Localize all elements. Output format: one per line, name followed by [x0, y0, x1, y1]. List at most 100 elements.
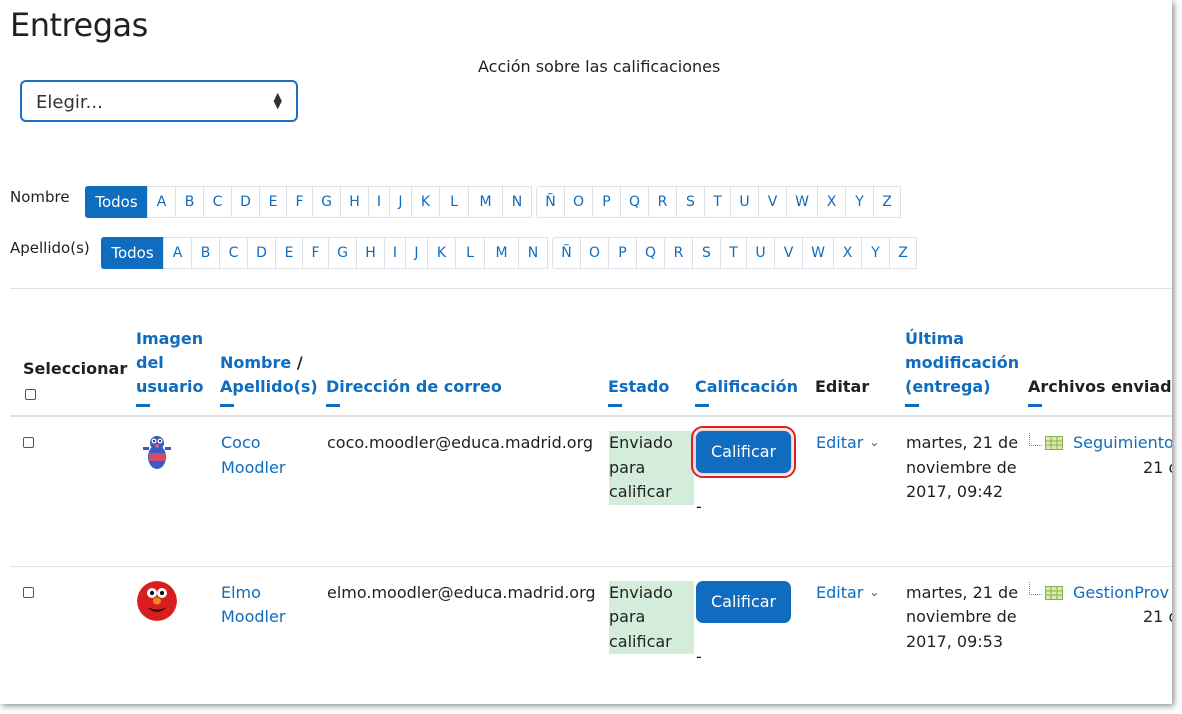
last-name-letter-button[interactable]: D: [247, 237, 275, 269]
collapse-status-icon[interactable]: [608, 404, 622, 407]
last-name-letter-button[interactable]: R: [664, 237, 692, 269]
last-name-letter-button[interactable]: F: [302, 237, 328, 269]
table-header-row: Seleccionar Imagen del usuario Nombre / …: [10, 288, 1172, 417]
first-name-letter-button[interactable]: B: [175, 186, 203, 218]
first-name-letter-button[interactable]: K: [411, 186, 439, 218]
last-name-letter-button[interactable]: J: [405, 237, 427, 269]
last-name-letter-button[interactable]: W: [802, 237, 833, 269]
last-name-letter-button[interactable]: B: [191, 237, 219, 269]
select-all-checkbox[interactable]: [25, 383, 136, 407]
first-name-letter-button[interactable]: Ñ: [536, 186, 564, 218]
last-name-letter-button[interactable]: X: [833, 237, 861, 269]
edit-menu[interactable]: Editar ⌄: [816, 583, 879, 602]
last-name-letter-button[interactable]: V: [774, 237, 802, 269]
first-name-letter-button[interactable]: F: [286, 186, 312, 218]
row-select-cell: [10, 566, 136, 704]
last-name-letter-button[interactable]: Z: [889, 237, 917, 269]
header-picture[interactable]: Imagen del usuario: [136, 288, 220, 417]
header-email-label: Dirección de correo: [326, 377, 502, 396]
header-modified[interactable]: Última modificación (entrega): [905, 288, 1028, 417]
first-name-letter-button[interactable]: X: [817, 186, 845, 218]
first-name-all-button[interactable]: Todos: [85, 186, 147, 218]
last-name-letter-button[interactable]: L: [455, 237, 484, 269]
row-avatar-cell: [136, 416, 220, 567]
first-name-letter-button[interactable]: G: [312, 186, 340, 218]
first-name-letter-button[interactable]: O: [564, 186, 592, 218]
grade-button[interactable]: Calificar: [690, 426, 797, 478]
last-name-letter-button[interactable]: P: [608, 237, 636, 269]
grover-avatar-icon[interactable]: [137, 431, 177, 471]
first-name-letter-button[interactable]: E: [259, 186, 286, 218]
last-name-letter-button[interactable]: Ñ: [552, 237, 580, 269]
first-name-letter-button[interactable]: Q: [620, 186, 648, 218]
grade-button[interactable]: Calificar: [696, 580, 792, 623]
first-name-letter-button[interactable]: C: [203, 186, 231, 218]
page-title: Entregas: [10, 6, 148, 44]
row-name-cell: Elmo Moodler: [220, 566, 326, 704]
last-name-all-button[interactable]: Todos: [101, 237, 163, 269]
last-name-letter-button[interactable]: C: [219, 237, 247, 269]
row-modified-cell: martes, 21 de noviembre de 2017, 09:53: [905, 566, 1028, 704]
collapse-grade-icon[interactable]: [695, 404, 709, 407]
first-name-letter-button[interactable]: Y: [845, 186, 873, 218]
row-select-checkbox[interactable]: [23, 586, 34, 598]
last-name-letter-button[interactable]: M: [484, 237, 518, 269]
header-name: Nombre / Apellido(s): [220, 288, 326, 417]
first-name-letter-button[interactable]: A: [147, 186, 175, 218]
header-email[interactable]: Dirección de correo: [326, 288, 608, 417]
last-name-letter-button[interactable]: Y: [861, 237, 889, 269]
first-name-letter-button[interactable]: P: [592, 186, 620, 218]
header-grade[interactable]: Calificación: [695, 288, 815, 417]
header-edit-label: Editar: [815, 377, 870, 396]
first-name-letter-button[interactable]: L: [439, 186, 468, 218]
last-name-letter-button[interactable]: I: [384, 237, 405, 269]
last-name-letter-button[interactable]: Q: [636, 237, 664, 269]
last-name-letter-button[interactable]: S: [692, 237, 720, 269]
first-name-letter-button[interactable]: U: [730, 186, 758, 218]
last-name-letter-button[interactable]: A: [163, 237, 191, 269]
first-name-letter-button[interactable]: M: [468, 186, 502, 218]
first-name-letter-button[interactable]: W: [786, 186, 817, 218]
last-name-letter-button[interactable]: K: [427, 237, 455, 269]
file-link[interactable]: GestionProv: [1073, 581, 1169, 606]
sort-last-name-link[interactable]: Apellido(s): [220, 377, 318, 396]
collapse-name-icon[interactable]: [220, 404, 234, 407]
header-files-label: Archivos enviados: [1028, 377, 1172, 396]
header-status[interactable]: Estado: [608, 288, 695, 417]
first-name-letter-button[interactable]: I: [368, 186, 389, 218]
user-name-link[interactable]: Elmo Moodler: [221, 583, 285, 627]
last-name-letter-button[interactable]: U: [746, 237, 774, 269]
first-name-letter-button[interactable]: T: [704, 186, 730, 218]
row-email-cell: elmo.moodler@educa.madrid.org: [326, 566, 608, 704]
collapse-email-icon[interactable]: [326, 404, 340, 407]
file-link[interactable]: Seguimiento: [1073, 431, 1172, 456]
first-name-letter-button[interactable]: H: [340, 186, 368, 218]
row-select-checkbox[interactable]: [23, 437, 34, 448]
last-name-letter-button[interactable]: T: [720, 237, 746, 269]
grade-value: -: [696, 646, 702, 666]
first-name-letter-button[interactable]: Z: [873, 186, 901, 218]
first-name-letter-button[interactable]: S: [676, 186, 704, 218]
edit-menu[interactable]: Editar ⌄: [816, 433, 879, 452]
first-name-letter-button[interactable]: D: [231, 186, 259, 218]
last-name-letter-button[interactable]: E: [275, 237, 302, 269]
last-name-letter-button[interactable]: H: [356, 237, 384, 269]
collapse-files-icon[interactable]: [1028, 404, 1042, 407]
last-name-letter-button[interactable]: O: [580, 237, 608, 269]
collapse-picture-icon[interactable]: [136, 404, 150, 407]
file-date: 21 d: [1143, 457, 1172, 477]
first-name-letter-button[interactable]: R: [648, 186, 676, 218]
elmo-avatar-icon[interactable]: [137, 580, 177, 621]
sort-first-name-link[interactable]: Nombre: [220, 353, 291, 372]
grading-action-select[interactable]: Elegir... ▲ ▼: [20, 80, 298, 122]
first-name-letter-button[interactable]: V: [758, 186, 786, 218]
user-name-link[interactable]: Coco Moodler: [221, 433, 285, 477]
row-select-cell: [10, 416, 136, 567]
collapse-modified-icon[interactable]: [905, 404, 919, 407]
first-name-letter-button[interactable]: J: [389, 186, 411, 218]
header-edit: Editar: [815, 288, 905, 417]
last-name-letter-button[interactable]: G: [328, 237, 356, 269]
first-name-letter-button[interactable]: N: [502, 186, 532, 218]
last-name-letter-button[interactable]: N: [518, 237, 548, 269]
row-edit-cell: Editar ⌄: [815, 416, 905, 567]
